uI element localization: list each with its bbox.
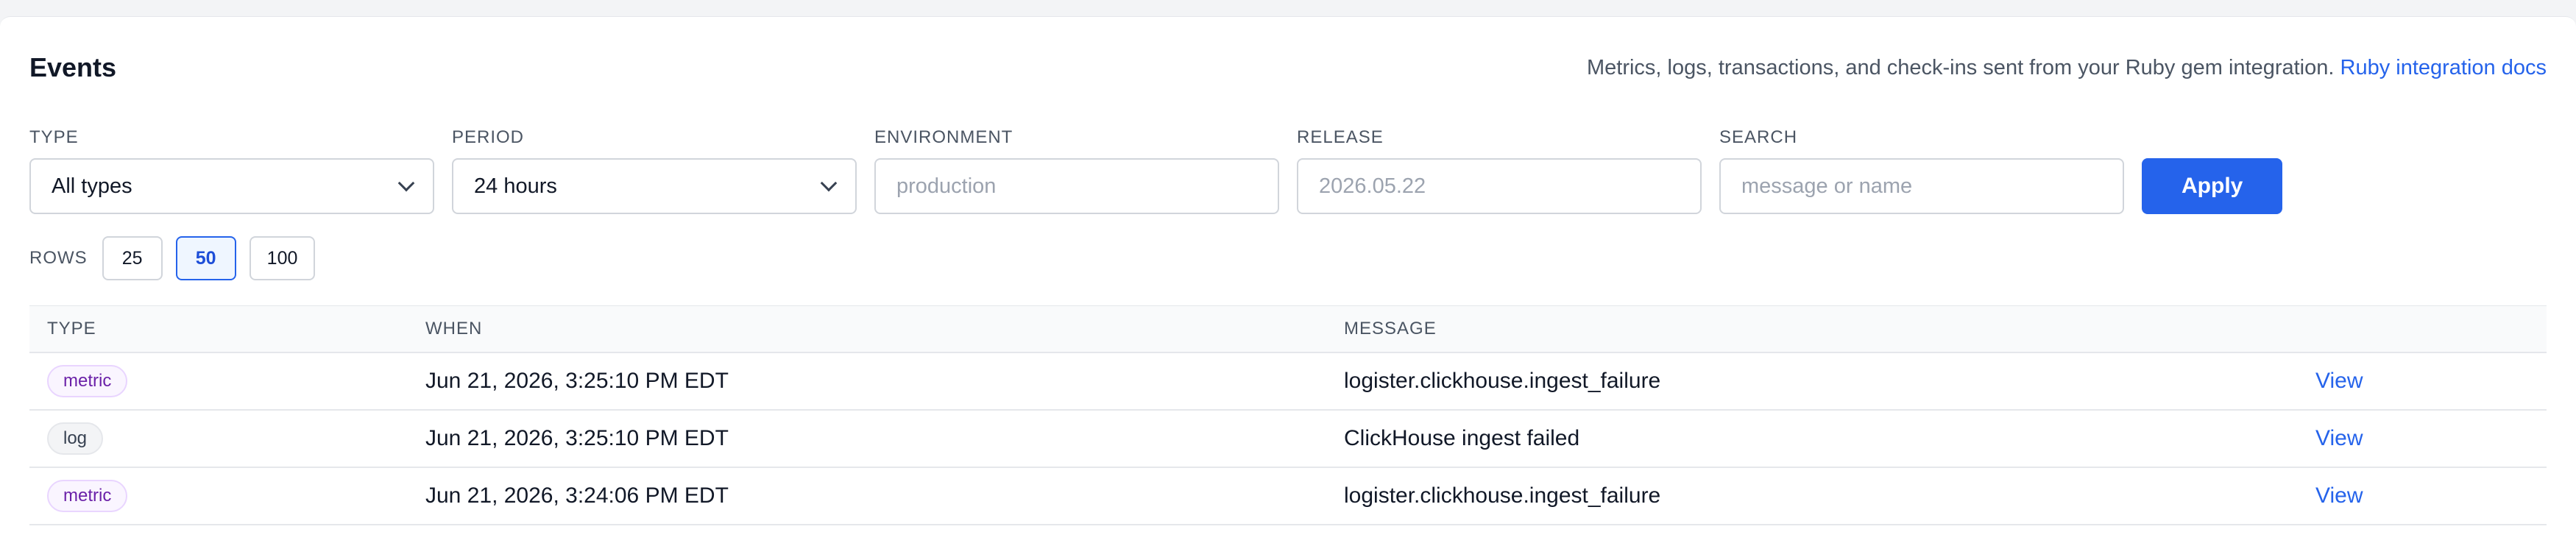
rows-label: ROWS xyxy=(29,248,88,268)
filter-bar: TYPE All types PERIOD 24 hours ENVIRONME… xyxy=(29,127,2283,214)
table-row: metric Jun 21, 2026, 3:24:06 PM EDT logi… xyxy=(29,468,2547,525)
environment-label: ENVIRONMENT xyxy=(874,127,1013,147)
view-link[interactable]: View xyxy=(2315,426,2363,450)
rows-selector: ROWS 25 50 100 xyxy=(29,236,316,280)
description-text: Metrics, logs, transactions, and check-i… xyxy=(1586,55,2335,79)
event-message: logister.clickhouse.ingest_failure xyxy=(1344,483,1661,508)
column-message: MESSAGE xyxy=(1344,319,1437,338)
column-when: WHEN xyxy=(425,319,483,338)
chevron-down-icon xyxy=(397,174,415,192)
type-badge: log xyxy=(47,422,104,455)
type-filter: TYPE All types xyxy=(29,127,434,214)
table-row: log Jun 21, 2026, 3:25:10 PM EDT ClickHo… xyxy=(29,411,2547,468)
type-badge: metric xyxy=(47,480,128,512)
period-label: PERIOD xyxy=(452,127,525,147)
event-time: Jun 21, 2026, 3:25:10 PM EDT xyxy=(425,426,729,450)
rows-option-25[interactable]: 25 xyxy=(102,236,163,280)
event-time: Jun 21, 2026, 3:25:10 PM EDT xyxy=(425,369,729,393)
events-table: TYPE WHEN MESSAGE metric Jun 21, 2026, 3… xyxy=(29,305,2547,525)
type-select[interactable]: All types xyxy=(29,158,434,214)
chevron-down-icon xyxy=(820,174,838,192)
column-type: TYPE xyxy=(47,319,96,338)
type-select-value: All types xyxy=(52,174,132,198)
view-link[interactable]: View xyxy=(2315,369,2363,393)
period-select-value: 24 hours xyxy=(474,174,557,198)
search-filter: SEARCH message or name xyxy=(1719,127,2124,214)
type-badge: metric xyxy=(47,365,128,397)
release-filter: RELEASE 2026.05.22 xyxy=(1297,127,1702,214)
environment-filter: ENVIRONMENT production xyxy=(874,127,1279,214)
release-label: RELEASE xyxy=(1297,127,1384,147)
event-message: ClickHouse ingest failed xyxy=(1344,426,1580,450)
header: Events Metrics, logs, transactions, and … xyxy=(29,52,2547,83)
environment-input[interactable]: production xyxy=(874,158,1279,214)
rows-option-100[interactable]: 100 xyxy=(249,236,316,280)
event-time: Jun 21, 2026, 3:24:06 PM EDT xyxy=(425,483,729,508)
search-input[interactable]: message or name xyxy=(1719,158,2124,214)
table-row: metric Jun 21, 2026, 3:25:10 PM EDT logi… xyxy=(29,353,2547,411)
table-header: TYPE WHEN MESSAGE xyxy=(29,306,2547,353)
apply-button[interactable]: Apply xyxy=(2142,158,2283,214)
rows-option-50[interactable]: 50 xyxy=(175,236,236,280)
release-input[interactable]: 2026.05.22 xyxy=(1297,158,1702,214)
search-label: SEARCH xyxy=(1719,127,1798,147)
event-message: logister.clickhouse.ingest_failure xyxy=(1344,369,1661,393)
type-label: TYPE xyxy=(29,127,79,147)
docs-link[interactable]: Ruby integration docs xyxy=(2340,56,2547,79)
period-filter: PERIOD 24 hours xyxy=(452,127,857,214)
page-title: Events xyxy=(29,52,117,82)
period-select[interactable]: 24 hours xyxy=(452,158,857,214)
view-link[interactable]: View xyxy=(2315,483,2363,508)
events-card: Events Metrics, logs, transactions, and … xyxy=(0,16,2576,546)
page-description: Metrics, logs, transactions, and check-i… xyxy=(1587,56,2547,80)
